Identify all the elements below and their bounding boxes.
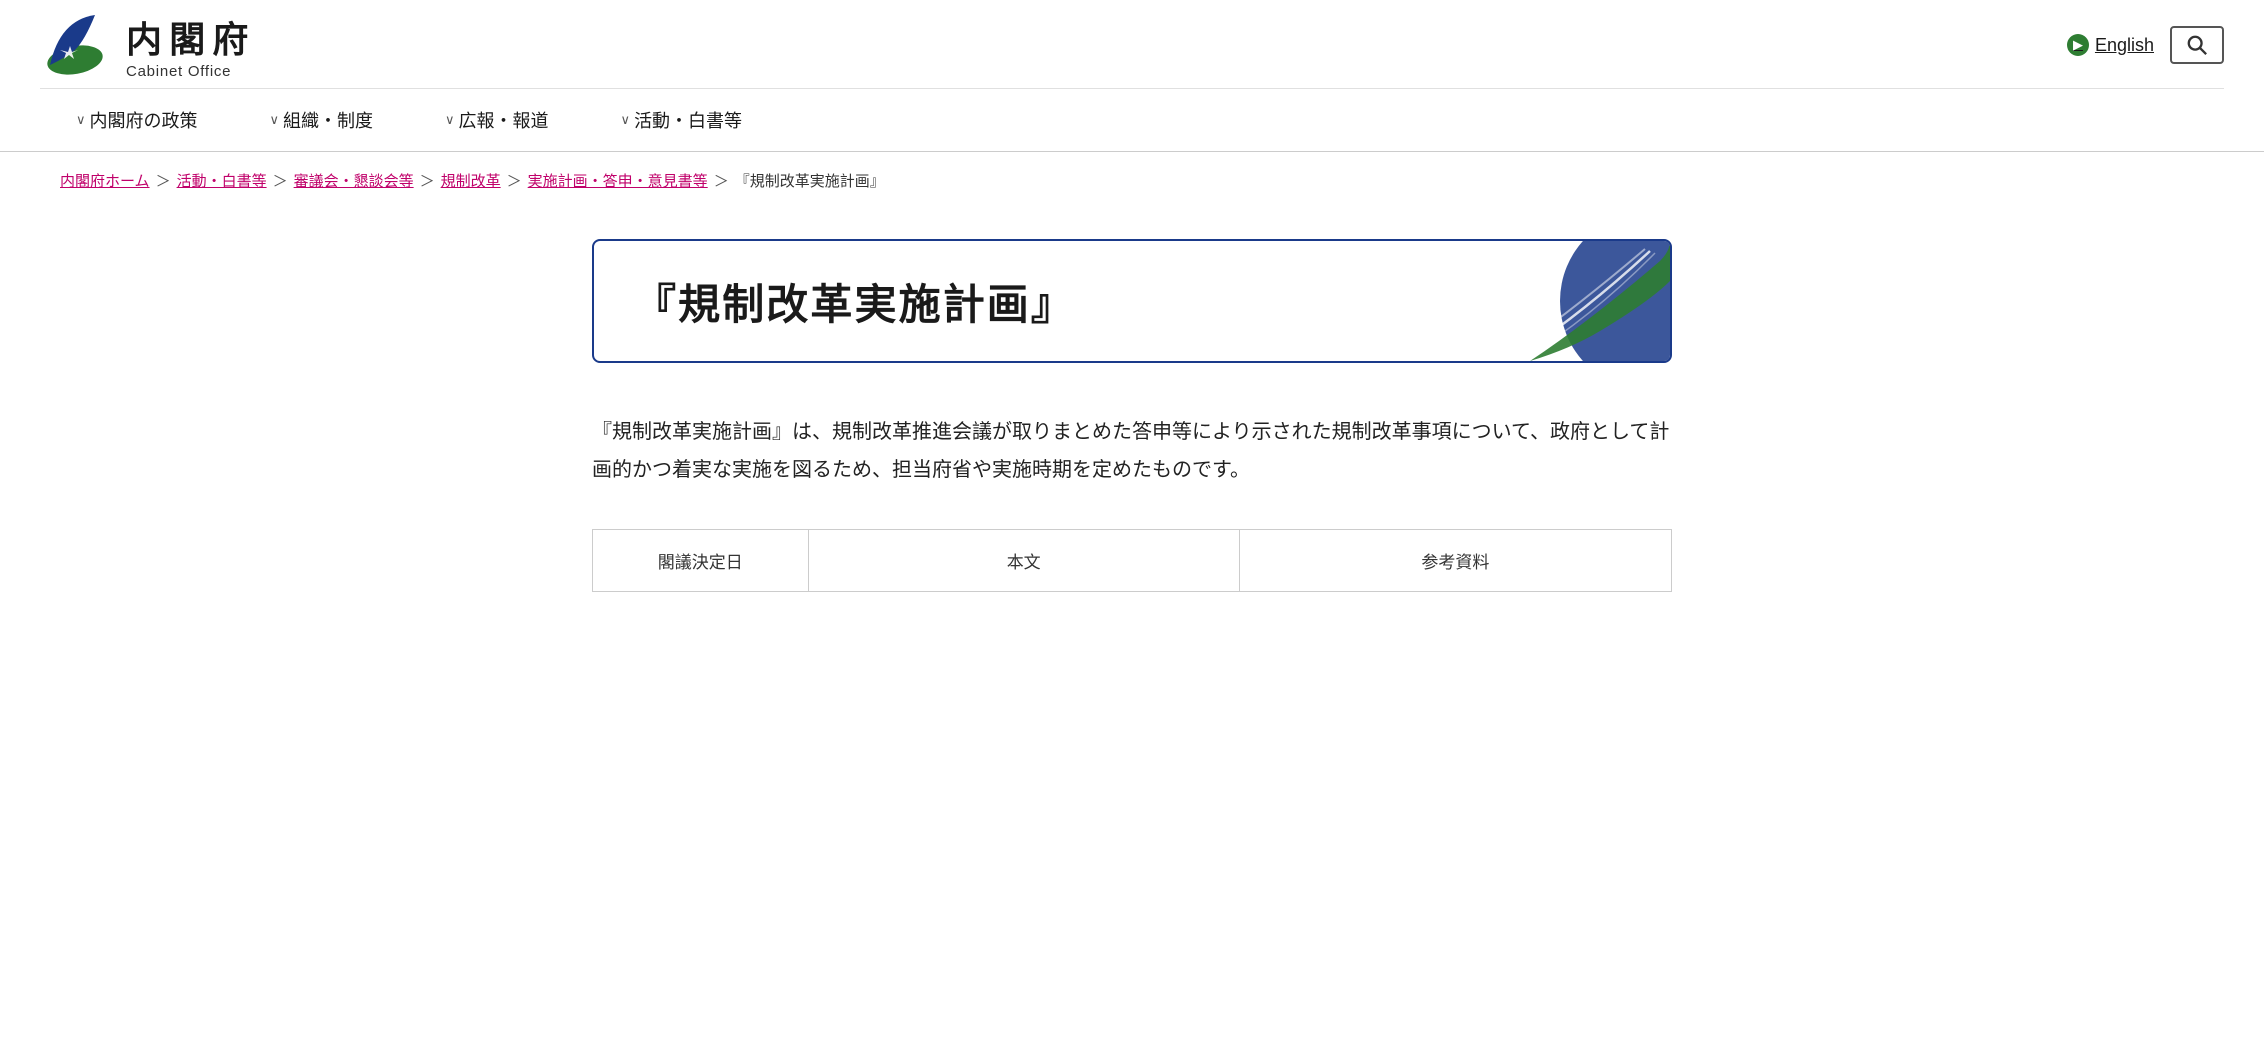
- header-right: ▶ English: [2067, 26, 2224, 64]
- page-description: 『規制改革実施計画』は、規制改革推進会議が取りまとめた答申等により示された規制改…: [592, 413, 1672, 489]
- english-icon: ▶: [2067, 34, 2089, 56]
- breadcrumb-regulation[interactable]: 規制改革: [441, 170, 501, 191]
- nav-arrow-activities: ∨: [621, 112, 631, 128]
- breadcrumb-plan[interactable]: 実施計画・答申・意見書等: [528, 170, 708, 191]
- title-banner: 『規制改革実施計画』: [592, 239, 1672, 363]
- site-name: 内閣府: [126, 11, 256, 63]
- cabinet-office-logo: [40, 10, 110, 80]
- nav-arrow-org: ∨: [270, 112, 280, 128]
- english-link[interactable]: ▶ English: [2067, 34, 2154, 56]
- site-header: 内閣府 Cabinet Office ▶ English ∨ 内閣府の政策 ∨: [0, 0, 2264, 152]
- breadcrumb-activities[interactable]: 活動・白書等: [177, 170, 267, 191]
- nav-arrow-policy: ∨: [76, 112, 86, 128]
- breadcrumb-sep-1: ＞: [156, 170, 171, 191]
- table-col-text: 本文: [809, 530, 1240, 591]
- breadcrumb-current: 『規制改革実施計画』: [735, 170, 885, 191]
- breadcrumb: 内閣府ホーム ＞ 活動・白書等 ＞ 審議会・懇談会等 ＞ 規制改革 ＞ 実施計画…: [0, 152, 2264, 209]
- table-header-row: 閣議決定日 本文 参考資料: [592, 529, 1672, 592]
- search-icon: [2186, 34, 2208, 56]
- breadcrumb-sep-2: ＞: [273, 170, 288, 191]
- main-nav: ∨ 内閣府の政策 ∨ 組織・制度 ∨ 広報・報道 ∨ 活動・白書等: [40, 89, 2224, 151]
- nav-item-org[interactable]: ∨ 組織・制度: [234, 89, 410, 151]
- logo-text: 内閣府 Cabinet Office: [126, 11, 256, 80]
- nav-label-org: 組織・制度: [283, 107, 373, 133]
- page-title: 『規制改革実施計画』: [594, 243, 1115, 360]
- table-col-date: 閣議決定日: [593, 530, 809, 591]
- nav-item-policy[interactable]: ∨ 内閣府の政策: [40, 89, 234, 151]
- nav-label-pr: 広報・報道: [459, 107, 549, 133]
- logo-area: 内閣府 Cabinet Office: [40, 10, 256, 80]
- breadcrumb-sep-4: ＞: [507, 170, 522, 191]
- breadcrumb-council[interactable]: 審議会・懇談会等: [294, 170, 414, 191]
- nav-item-activities[interactable]: ∨ 活動・白書等: [585, 89, 779, 151]
- search-button[interactable]: [2170, 26, 2224, 64]
- nav-label-activities: 活動・白書等: [634, 107, 742, 133]
- breadcrumb-home[interactable]: 内閣府ホーム: [60, 170, 150, 191]
- breadcrumb-sep-3: ＞: [420, 170, 435, 191]
- english-label: English: [2095, 35, 2154, 56]
- nav-item-pr[interactable]: ∨ 広報・報道: [409, 89, 585, 151]
- main-content: 『規制改革実施計画』 『規制改革実施計画』は、規制改革推進会議が取りまとめた答申…: [432, 209, 1832, 632]
- table-col-reference: 参考資料: [1240, 530, 1671, 591]
- header-top: 内閣府 Cabinet Office ▶ English: [40, 0, 2224, 89]
- breadcrumb-sep-5: ＞: [714, 170, 729, 191]
- nav-label-policy: 内閣府の政策: [90, 107, 198, 133]
- site-name-en: Cabinet Office: [126, 63, 256, 80]
- title-decoration: [1450, 241, 1670, 361]
- nav-arrow-pr: ∨: [445, 112, 455, 128]
